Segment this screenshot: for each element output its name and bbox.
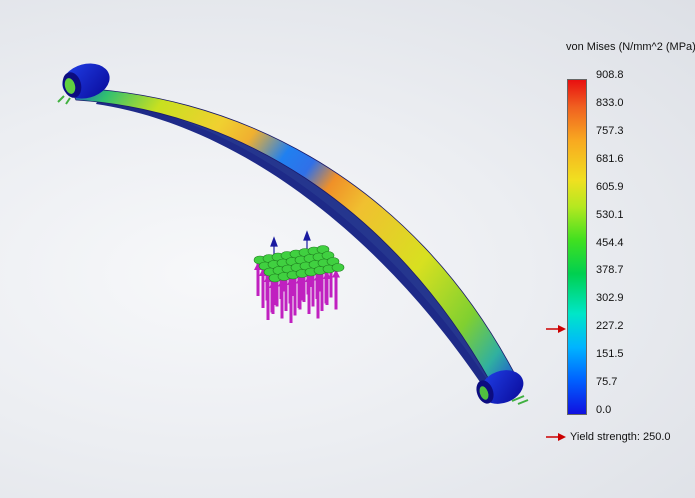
colorbar bbox=[567, 79, 587, 415]
model-viewport[interactable] bbox=[0, 0, 695, 498]
spring-leaf-middle bbox=[100, 92, 506, 396]
spring-leaf-top bbox=[69, 87, 521, 393]
legend-tick-label: 605.9 bbox=[596, 180, 624, 193]
legend-title: von Mises (N/mm^2 (MPa)) bbox=[566, 41, 695, 53]
fixture-cap bbox=[331, 263, 345, 272]
legend-tick-label: 302.9 bbox=[596, 292, 624, 305]
legend-tick-label: 908.8 bbox=[596, 69, 624, 81]
legend-tick-label: 833.0 bbox=[596, 96, 624, 109]
legend-tick-label: 75.7 bbox=[596, 376, 618, 389]
legend-tick-label: 378.7 bbox=[596, 264, 624, 277]
legend-tick-label: 0.0 bbox=[596, 404, 612, 416]
yield-legend-arrow-icon bbox=[546, 433, 566, 441]
yield-strength-row: Yield strength: 250.0 bbox=[546, 431, 671, 443]
leaf-spring bbox=[57, 63, 529, 405]
spring-leaf-lower bbox=[96, 96, 500, 400]
legend-tick-label: 454.4 bbox=[596, 236, 624, 249]
legend-tick-label: 227.2 bbox=[596, 320, 624, 333]
legend-tick-label: 151.5 bbox=[596, 348, 624, 361]
yield-strength-label: Yield strength: 250.0 bbox=[570, 431, 671, 443]
legend-tick-label: 530.1 bbox=[596, 208, 624, 221]
legend-tick-label: 757.3 bbox=[596, 124, 624, 137]
legend-tick-label: 681.6 bbox=[596, 152, 624, 165]
yield-marker-icon bbox=[546, 324, 566, 333]
